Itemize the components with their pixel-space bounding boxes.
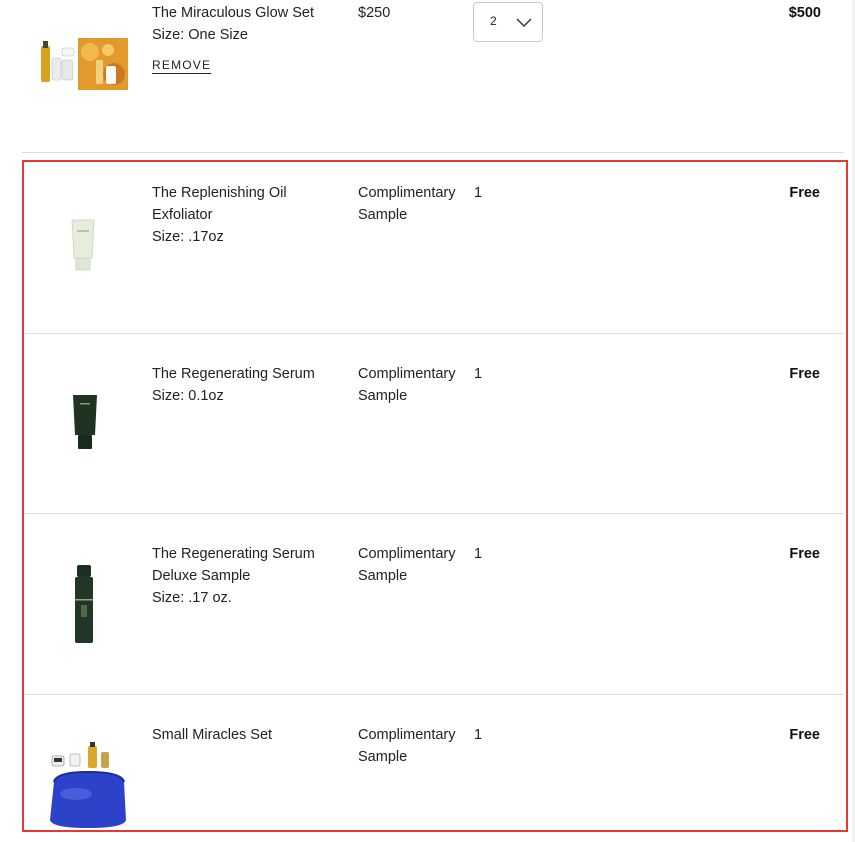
product-size: Size: 0.1oz: [152, 388, 224, 404]
cart-item-sample: Small Miracles Set Complimentary Sample …: [24, 704, 844, 828]
cart-item-sample: The Replenishing Oil Exfoliator Size: .1…: [24, 162, 844, 333]
unit-price-line-2: Sample: [358, 749, 408, 765]
cart-item-sample: The Regenerating Serum Size: 0.1oz Compl…: [24, 343, 844, 513]
unit-price: Complimentary: [358, 727, 456, 743]
product-name[interactable]: The Regenerating Serum: [152, 543, 315, 565]
line-total: Free: [789, 546, 820, 562]
unit-price: Complimentary: [358, 185, 456, 201]
cart-item-miraculous-glow-set: The Miraculous Glow Set Size: One Size R…: [0, 0, 855, 152]
unit-price-line-2: Sample: [358, 568, 408, 584]
product-name-line-2[interactable]: Deluxe Sample: [152, 565, 250, 587]
unit-price: Complimentary: [358, 366, 456, 382]
product-image[interactable]: [68, 218, 98, 274]
row-divider: [24, 694, 844, 695]
product-size: Size: One Size: [152, 27, 248, 43]
product-name-line-2[interactable]: Exfoliator: [152, 204, 212, 226]
cart-item-sample: The Regenerating Serum Deluxe Sample Siz…: [24, 523, 844, 693]
line-total: Free: [789, 366, 820, 382]
row-divider: [24, 333, 844, 334]
unit-price: $250: [358, 5, 391, 21]
product-name[interactable]: The Regenerating Serum: [152, 363, 315, 385]
unit-price-line-2: Sample: [358, 388, 408, 404]
product-size: Size: .17 oz.: [152, 590, 232, 606]
product-size: Size: .17oz: [152, 229, 224, 245]
quantity-value: 1: [474, 727, 483, 743]
unit-price-line-2: Sample: [358, 207, 408, 223]
product-name[interactable]: The Replenishing Oil: [152, 182, 287, 204]
product-name[interactable]: Small Miracles Set: [152, 724, 272, 746]
quantity-select[interactable]: 2: [473, 2, 543, 42]
line-total: Free: [789, 727, 820, 743]
remove-button[interactable]: REMOVE: [152, 58, 211, 72]
product-image[interactable]: [70, 393, 100, 453]
product-image[interactable]: [72, 565, 96, 645]
unit-price: Complimentary: [358, 546, 456, 562]
product-image[interactable]: [38, 38, 130, 90]
row-divider: [22, 152, 844, 153]
product-image[interactable]: [48, 742, 128, 828]
product-name[interactable]: The Miraculous Glow Set: [152, 2, 314, 24]
quantity-value: 2: [490, 14, 497, 28]
chevron-down-icon: [516, 14, 532, 35]
quantity-value: 1: [474, 546, 483, 562]
line-total: $500: [788, 5, 821, 21]
quantity-value: 1: [474, 366, 483, 382]
line-total: Free: [789, 185, 820, 201]
row-divider: [24, 513, 844, 514]
quantity-value: 1: [474, 185, 483, 201]
